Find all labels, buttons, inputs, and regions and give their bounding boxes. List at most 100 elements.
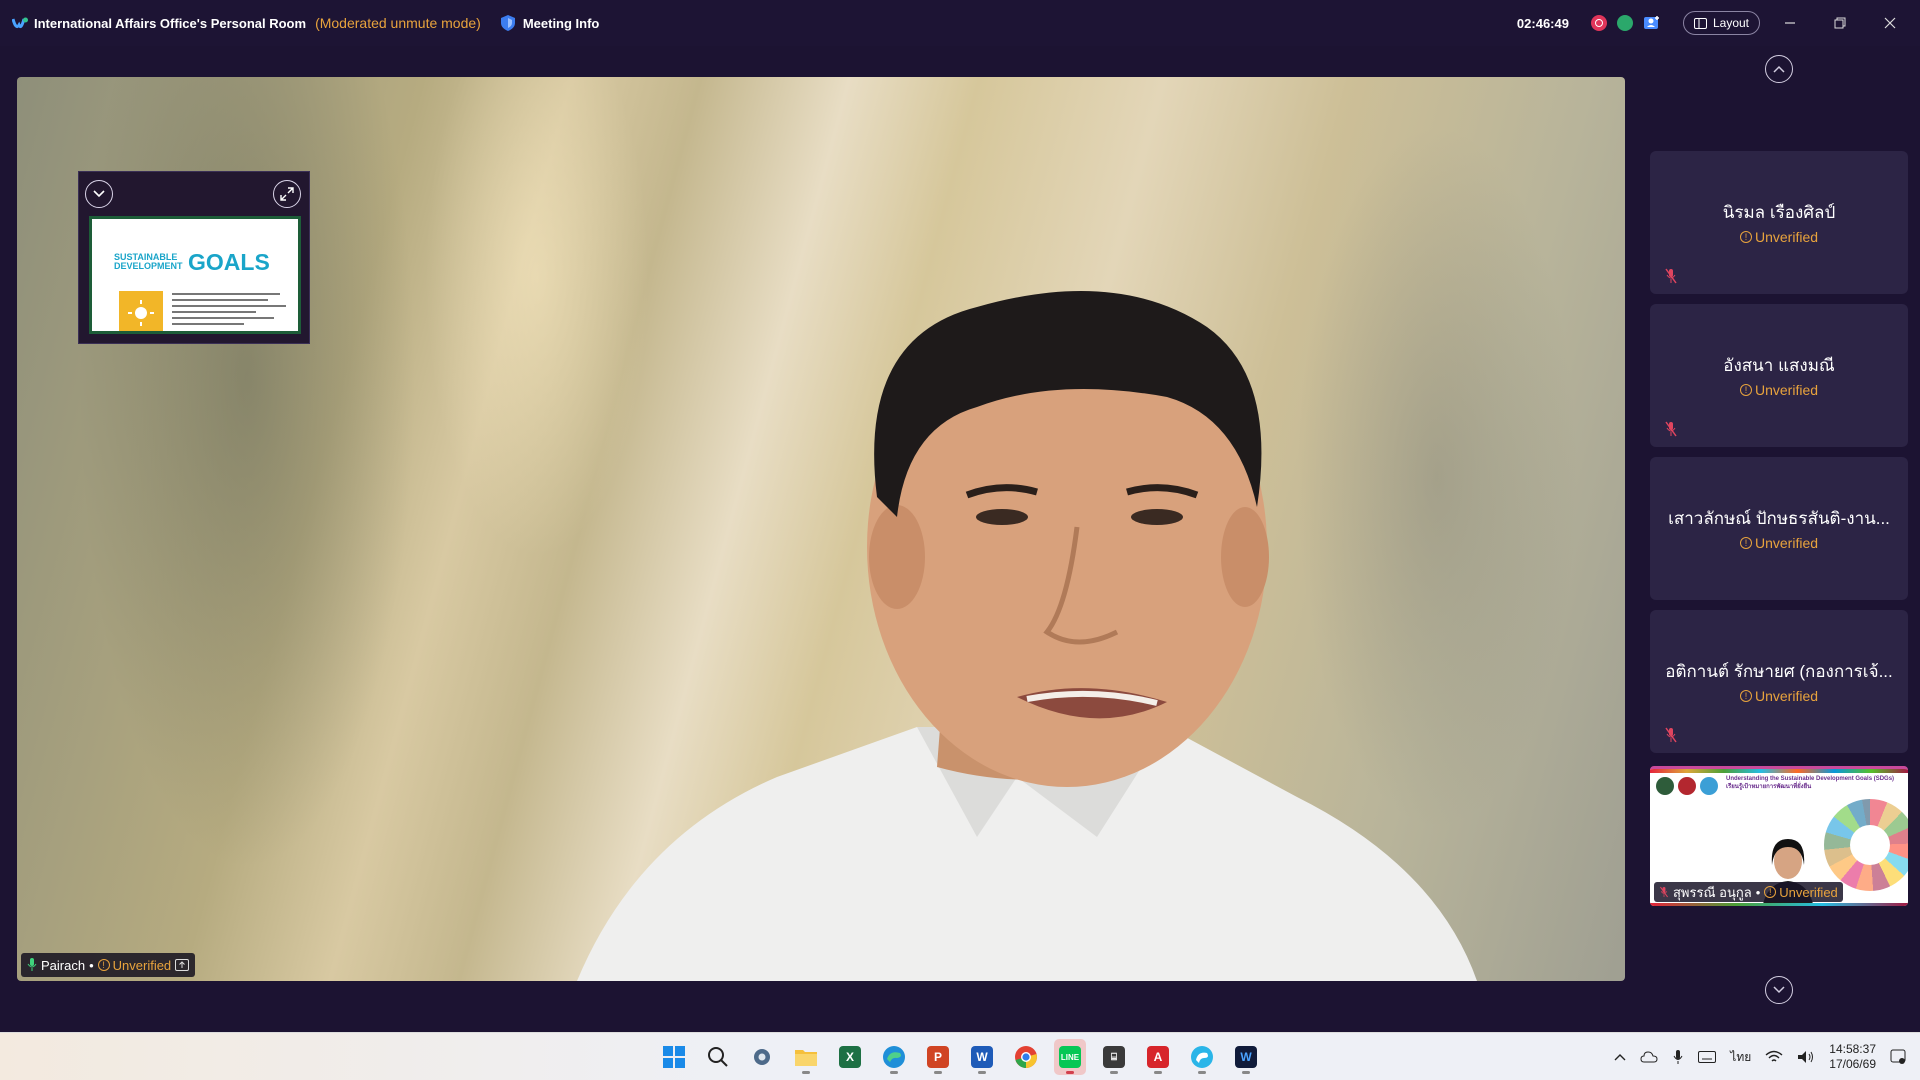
meeting-timer: 02:46:49 (1516, 15, 1569, 31)
notification-icon[interactable] (1890, 1049, 1906, 1065)
participant-tile[interactable]: อังสนา แสงมณี ! Unverified (1650, 304, 1908, 447)
acrobat-icon[interactable]: A (1142, 1039, 1174, 1075)
edge-icon[interactable] (878, 1039, 910, 1075)
speaker-name-tag: Pairach • ! Unverified (21, 953, 196, 977)
participant-name: นิรมล เรืองศิลป์ (1722, 203, 1836, 222)
separator-dot: • (89, 957, 94, 973)
chevron-down-icon (1773, 986, 1785, 994)
unverified-badge: ! Unverified (97, 957, 172, 973)
main-video-stage[interactable]: SUSTAINABLE DEVELOPMENT GOALS Pairach • … (17, 77, 1625, 981)
warning-icon: ! (1739, 537, 1752, 549)
meeting-info-button[interactable]: Meeting Info (500, 15, 600, 31)
participant-status: Unverified (1754, 382, 1819, 398)
unverified-badge: ! Unverified (1739, 688, 1819, 704)
windows-start-icon[interactable] (658, 1039, 690, 1075)
presenter-name-tag: สุพรรณี อนุกูล • ! Unverified (1654, 882, 1843, 902)
input-language[interactable]: ไทย (1730, 1048, 1751, 1067)
clock-time: 14:58:37 (1829, 1042, 1876, 1056)
running-indicator (1154, 1071, 1162, 1074)
close-icon (1884, 17, 1896, 29)
ai-assistant-icon[interactable] (1616, 15, 1633, 31)
unverified-badge: ! Unverified (1739, 535, 1819, 551)
shield-icon (500, 15, 515, 31)
participant-status: Unverified (1754, 688, 1819, 704)
sharing-icon (175, 959, 190, 971)
participant-tile[interactable]: นิรมล เรืองศิลป์ ! Unverified (1650, 151, 1908, 294)
wifi-icon[interactable] (1765, 1050, 1783, 1064)
layout-button[interactable]: Layout (1682, 11, 1760, 35)
running-indicator (978, 1071, 986, 1074)
title-bar-right: 02:46:49 Layout (1517, 0, 1910, 46)
presenter-video-tile[interactable]: Understanding the Sustainable Developmen… (1650, 766, 1908, 906)
microphone-icon[interactable] (1672, 1049, 1684, 1065)
chevron-up-icon (1773, 65, 1785, 73)
participant-tile[interactable]: เสาวลักษณ์ ปักษธรสันติ-งาน... ! Unverifie… (1650, 457, 1908, 600)
settings-icon[interactable] (746, 1039, 778, 1075)
separator-dot: • (1755, 884, 1761, 900)
slide-body-text (172, 293, 292, 329)
participant-name: อังสนา แสงมณี (1723, 356, 1835, 375)
excel-icon[interactable]: X (834, 1039, 866, 1075)
powerpoint-icon[interactable]: P (922, 1039, 954, 1075)
slide-title-line2: DEVELOPMENT (114, 261, 183, 271)
slide-title: SUSTAINABLE DEVELOPMENT (114, 253, 183, 271)
shared-content-pip[interactable]: SUSTAINABLE DEVELOPMENT GOALS (78, 171, 310, 344)
sun-icon (119, 291, 163, 331)
muted-mic-icon (1665, 421, 1677, 437)
running-indicator (1198, 1071, 1206, 1074)
cloud-icon[interactable] (1640, 1051, 1658, 1063)
keyboard-icon[interactable] (1698, 1051, 1717, 1063)
webex-logo-icon (12, 17, 28, 28)
recording-icon[interactable] (1590, 15, 1607, 31)
title-bar: International Affairs Office's Personal … (0, 0, 1920, 46)
moderated-mode-label: (Moderated unmute mode) (315, 15, 481, 31)
organization-logos (1656, 777, 1718, 795)
slide-heading-th: เรียนรู้เป้าหมายการพัฒนาที่ยั่งยืน (1726, 784, 1812, 791)
close-button[interactable] (1870, 8, 1910, 38)
participants-icon[interactable] (1643, 15, 1661, 31)
participant-tile[interactable]: อติกานต์ รักษายศ (กองการเจ้... ! Unverifi… (1650, 610, 1908, 753)
expand-pip-button[interactable] (273, 180, 301, 208)
expand-icon (280, 187, 294, 201)
running-indicator (1242, 1071, 1250, 1074)
calculator-icon[interactable]: ⌸ (1098, 1039, 1130, 1075)
collapse-pip-button[interactable] (85, 180, 113, 208)
volume-icon[interactable] (1797, 1050, 1815, 1064)
running-indicator (890, 1071, 898, 1074)
participant-name: เสาวลักษณ์ ปักษธรสันติ-งาน... (1668, 509, 1890, 528)
running-indicator (802, 1071, 810, 1074)
edge-beta-icon[interactable] (1186, 1039, 1218, 1075)
layout-label: Layout (1712, 16, 1749, 30)
slide-heading: Understanding the Sustainable Developmen… (1726, 775, 1894, 792)
chevron-up-icon[interactable] (1614, 1053, 1626, 1061)
scroll-up-button[interactable] (1765, 55, 1793, 83)
speaker-status: Unverified (112, 957, 172, 973)
taskbar-apps: X P W LINE ⌸ A W (658, 1033, 1262, 1080)
clock-date: 17/06/69 (1829, 1057, 1876, 1071)
presenter-name: สุพรรณี อนุกูล (1673, 884, 1752, 900)
chevron-down-icon (93, 190, 105, 198)
taskbar-clock[interactable]: 14:58:37 17/06/69 (1829, 1042, 1876, 1072)
scroll-down-button[interactable] (1765, 976, 1793, 1004)
running-indicator (1110, 1071, 1118, 1074)
warning-icon: ! (1764, 886, 1777, 898)
search-icon[interactable] (702, 1039, 734, 1075)
meeting-info-label: Meeting Info (522, 15, 600, 31)
sdg-wheel-graphic (1824, 799, 1908, 891)
minimize-button[interactable] (1770, 8, 1810, 38)
file-explorer-icon[interactable] (790, 1039, 822, 1075)
unverified-badge: ! Unverified (1739, 382, 1819, 398)
muted-mic-icon (1659, 886, 1669, 898)
restore-icon (1834, 17, 1846, 29)
webex-icon[interactable]: W (1230, 1039, 1262, 1075)
chrome-icon[interactable] (1010, 1039, 1042, 1075)
muted-mic-icon (1665, 727, 1677, 743)
word-icon[interactable]: W (966, 1039, 998, 1075)
restore-button[interactable] (1820, 8, 1860, 38)
running-indicator (934, 1071, 942, 1074)
line-icon[interactable]: LINE (1054, 1039, 1086, 1075)
sdg-color-strip-bottom (1650, 903, 1908, 906)
unverified-badge: ! Unverified (1764, 885, 1838, 900)
participant-status: Unverified (1754, 535, 1819, 551)
globe-logo-icon (1700, 777, 1718, 795)
